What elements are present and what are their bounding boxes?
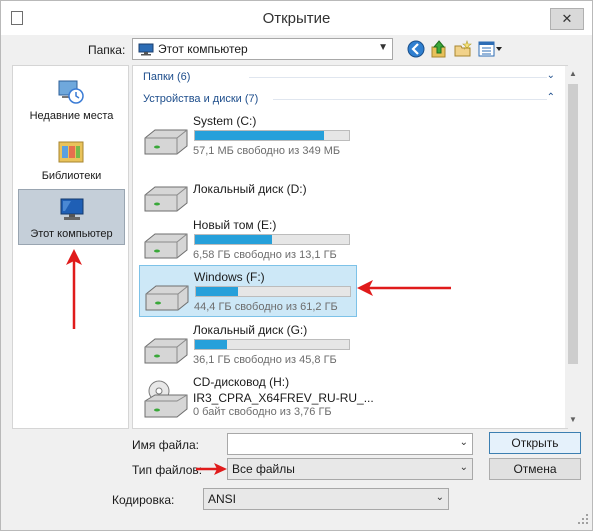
open-button[interactable]: Открыть bbox=[489, 432, 581, 454]
place-libraries[interactable]: Библиотеки bbox=[18, 132, 125, 188]
scroll-up-icon[interactable]: ▲ bbox=[565, 66, 581, 82]
chevron-down-icon[interactable]: ⌄ bbox=[460, 462, 468, 473]
up-folder-icon[interactable] bbox=[429, 39, 449, 59]
recent-places-icon bbox=[58, 80, 84, 104]
group-divider bbox=[273, 99, 547, 100]
drive-usage-bar bbox=[194, 130, 350, 141]
new-folder-icon[interactable] bbox=[453, 39, 473, 59]
close-button[interactable]: ✕ bbox=[550, 8, 584, 30]
cd-drive-icon bbox=[144, 380, 188, 418]
hard-drive-icon bbox=[144, 338, 188, 364]
drive-usage-bar bbox=[194, 339, 350, 350]
filetype-value: Все файлы bbox=[232, 462, 295, 476]
place-this-pc-label: Этот компьютер bbox=[30, 228, 113, 240]
hard-drive-icon bbox=[145, 285, 189, 311]
drive-free-space: 36,1 ГБ свободно из 45,8 ГБ bbox=[193, 354, 337, 366]
drive-item[interactable]: Локальный диск (D:) bbox=[139, 167, 357, 219]
scroll-down-icon[interactable]: ▼ bbox=[565, 412, 581, 428]
hard-drive-icon bbox=[144, 129, 188, 155]
chevron-down-icon[interactable]: ⌄ bbox=[547, 70, 555, 81]
drive-item[interactable]: Новый том (E:) 6,58 ГБ свободно из 13,1 … bbox=[139, 214, 357, 266]
computer-icon bbox=[60, 198, 84, 220]
drive-item[interactable]: System (C:) 57,1 МБ свободно из 349 МБ bbox=[139, 110, 357, 162]
filename-input[interactable]: ⌄ bbox=[227, 433, 473, 455]
hard-drive-icon bbox=[144, 233, 188, 259]
drive-usage-bar bbox=[195, 286, 351, 297]
resize-grip-icon[interactable] bbox=[577, 513, 589, 525]
drive-usage-fill bbox=[196, 287, 238, 296]
scroll-thumb[interactable] bbox=[568, 84, 578, 364]
back-icon[interactable] bbox=[406, 39, 426, 59]
filename-label: Имя файла: bbox=[132, 438, 199, 452]
chevron-down-icon[interactable]: ⌄ bbox=[436, 492, 444, 503]
place-recent[interactable]: Недавние места bbox=[18, 72, 125, 128]
chevron-down-icon[interactable]: ▼ bbox=[378, 42, 388, 53]
group-divider bbox=[249, 77, 547, 78]
encoding-value: ANSI bbox=[208, 492, 237, 506]
drive-item[interactable]: CD-дисковод (H:) IR3_CPRA_X64FREV_RU-RU_… bbox=[139, 371, 374, 423]
chevron-up-icon[interactable]: ⌃ bbox=[547, 92, 555, 103]
filetype-select[interactable]: Все файлы ⌄ bbox=[227, 458, 473, 480]
group-folders[interactable]: Папки (6) bbox=[143, 71, 190, 83]
annotation-arrow-icon bbox=[357, 280, 451, 296]
place-recent-label: Недавние места bbox=[29, 110, 114, 122]
drive-free-space: 0 байт свободно из 3,76 ГБ bbox=[193, 406, 332, 418]
drive-name: Локальный диск (D:) bbox=[193, 182, 307, 196]
drive-usage-fill bbox=[195, 340, 228, 349]
annotation-arrow-icon bbox=[66, 249, 82, 329]
view-menu-icon[interactable] bbox=[477, 39, 503, 59]
open-dialog: Открытие ✕ Папка: Этот компьютер ▼ Недав… bbox=[0, 0, 593, 531]
drive-name: Локальный диск (G:) bbox=[193, 323, 308, 337]
drive-item-selected[interactable]: Windows (F:) 44,4 ГБ свободно из 61,2 ГБ bbox=[139, 265, 357, 317]
drive-item[interactable]: Локальный диск (G:) 36,1 ГБ свободно из … bbox=[139, 319, 357, 371]
encoding-select[interactable]: ANSI ⌄ bbox=[203, 488, 449, 510]
title-bar: Открытие ✕ bbox=[1, 1, 592, 35]
computer-small-icon bbox=[138, 43, 154, 56]
location-combo[interactable]: Этот компьютер ▼ bbox=[132, 38, 393, 60]
drive-usage-fill bbox=[195, 235, 272, 244]
drive-free-space: 44,4 ГБ свободно из 61,2 ГБ bbox=[194, 301, 338, 313]
encoding-label: Кодировка: bbox=[112, 493, 175, 507]
drive-name: Новый том (E:) bbox=[193, 218, 277, 232]
filetype-label: Тип файлов: bbox=[132, 463, 203, 477]
window-title: Открытие bbox=[262, 10, 331, 27]
libraries-icon bbox=[58, 141, 84, 163]
place-this-pc[interactable]: Этот компьютер bbox=[18, 189, 125, 245]
chevron-down-icon[interactable]: ⌄ bbox=[460, 437, 468, 448]
group-devices[interactable]: Устройства и диски (7) bbox=[143, 93, 258, 105]
hard-drive-icon bbox=[144, 186, 188, 212]
location-label: Папка: bbox=[88, 43, 126, 57]
drive-name: Windows (F:) bbox=[194, 270, 265, 284]
drive-free-space: 6,58 ГБ свободно из 13,1 ГБ bbox=[193, 249, 337, 261]
drive-volume-label: IR3_CPRA_X64FREV_RU-RU_... bbox=[193, 391, 374, 405]
location-value: Этот компьютер bbox=[158, 42, 248, 56]
drive-usage-fill bbox=[195, 131, 325, 140]
vertical-scrollbar[interactable]: ▲ ▼ bbox=[565, 66, 581, 428]
drive-usage-bar bbox=[194, 234, 350, 245]
cancel-button[interactable]: Отмена bbox=[489, 458, 581, 480]
drive-free-space: 57,1 МБ свободно из 349 МБ bbox=[193, 145, 341, 157]
annotation-arrow-icon bbox=[196, 463, 227, 475]
drive-name: CD-дисковод (H:) bbox=[193, 375, 290, 389]
place-libraries-label: Библиотеки bbox=[41, 170, 102, 182]
drive-name: System (C:) bbox=[193, 114, 257, 128]
file-list[interactable]: Папки (6) ⌄ Устройства и диски (7) ⌃ Sys… bbox=[132, 65, 568, 429]
